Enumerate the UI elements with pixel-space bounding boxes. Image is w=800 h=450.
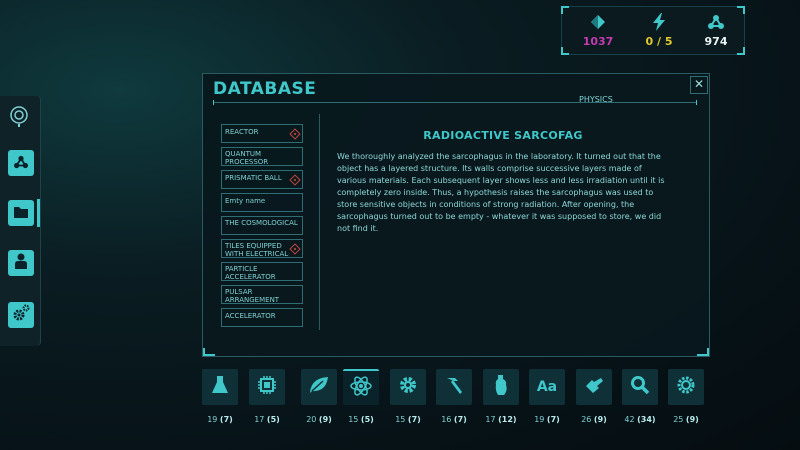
category-chip[interactable]: 17 (5): [249, 369, 285, 424]
flask-icon: [211, 375, 229, 399]
cog-icon: [676, 375, 696, 399]
energy-count: 0 / 5: [645, 35, 673, 48]
gear-icon: [398, 375, 418, 399]
crystal-icon: [568, 13, 628, 31]
category-count: 15 (5): [348, 415, 374, 424]
entry-prismatic-ball[interactable]: PRISMATIC BALL: [221, 170, 303, 189]
entry-accelerator[interactable]: ACCELERATOR: [221, 308, 303, 327]
category-bar: 19 (7) 17 (5) 20 (9) 15 (5) 15 (7) 16 (7…: [202, 369, 706, 439]
database-panel: DATABASE ✕ PHYSICS REACTOR QUANTUM PROCE…: [202, 73, 710, 357]
entry-emty-name[interactable]: Emty name: [221, 193, 303, 212]
article-title: RADIOACTIVE SARCOFAG: [423, 129, 583, 142]
category-count: 26 (9): [581, 415, 607, 424]
tool-icon: [584, 376, 604, 398]
leaf-icon: [309, 376, 329, 398]
category-magnifier[interactable]: 42 (34): [622, 369, 658, 424]
resource-energy: 0 / 5: [629, 13, 689, 48]
entry-tiles-equipped[interactable]: TILES EQUIPPED WITH ELECTRICAL: [221, 239, 303, 258]
category-count: 42 (34): [624, 415, 656, 424]
artifact-icon: [493, 374, 509, 400]
network-nodes-icon: [686, 13, 746, 31]
category-atom[interactable]: 15 (5): [343, 369, 379, 424]
category-count: 19 (7): [534, 415, 560, 424]
atom-icon: [350, 375, 372, 401]
resource-crystal: 1037: [568, 13, 628, 48]
sidebar-profile-button[interactable]: [8, 250, 34, 276]
entry-quantum-processor[interactable]: QUANTUM PROCESSOR: [221, 147, 303, 166]
category-count: 19 (7): [207, 415, 233, 424]
sidebar-network-button[interactable]: [8, 150, 34, 176]
close-button[interactable]: ✕: [690, 76, 708, 94]
magnifier-icon: [630, 375, 650, 399]
entry-pulsar-arrangement[interactable]: PULSAR ARRANGEMENT: [221, 285, 303, 304]
warning-icon: [289, 128, 301, 140]
network-nodes-icon: [13, 154, 29, 173]
category-leaf[interactable]: 20 (9): [301, 369, 337, 424]
folder-icon: [13, 204, 29, 223]
chip-icon: [257, 375, 277, 399]
category-tool[interactable]: 26 (9): [576, 369, 612, 424]
category-cog[interactable]: 25 (9): [668, 369, 704, 424]
category-flask[interactable]: 19 (7): [202, 369, 238, 424]
warning-icon: [289, 174, 301, 186]
resource-network: 974: [686, 13, 746, 48]
panel-title: DATABASE: [213, 79, 317, 99]
hammer-icon: [444, 375, 464, 399]
category-artifact[interactable]: 17 (12): [483, 369, 519, 424]
category-count: 17 (5): [254, 415, 280, 424]
gears-icon: [12, 304, 30, 326]
network-count: 974: [704, 35, 728, 48]
entry-reactor[interactable]: REACTOR: [221, 124, 303, 143]
category-count: 20 (9): [306, 415, 332, 424]
header-divider: [213, 100, 697, 105]
left-sidebar: [0, 96, 41, 346]
entry-the-cosmological[interactable]: THE COSMOLOGICAL: [221, 216, 303, 235]
category-count: 15 (7): [395, 415, 421, 424]
person-icon: [14, 253, 28, 273]
active-indicator: [37, 199, 40, 227]
category-count: 16 (7): [441, 415, 467, 424]
panel-frame-decoration: [203, 348, 709, 356]
category-hammer[interactable]: 16 (7): [436, 369, 472, 424]
category-count: 25 (9): [673, 415, 699, 424]
resource-bar: 1037 0 / 5 974: [561, 6, 745, 55]
category-language[interactable]: Aa 19 (7): [529, 369, 565, 424]
category-count: 17 (12): [485, 415, 517, 424]
entry-particle-accelerator[interactable]: PARTICLE ACCELERATOR: [221, 262, 303, 281]
list-scrollbar[interactable]: [319, 114, 320, 330]
article-body: We thoroughly analyzed the sarcophagus i…: [337, 152, 665, 233]
warning-icon: [289, 243, 301, 255]
language-icon: Aa: [536, 379, 558, 395]
sidebar-folder-button[interactable]: [8, 200, 34, 226]
eye-icon[interactable]: [9, 105, 29, 131]
energy-bolt-icon: [629, 13, 689, 31]
category-gear[interactable]: 15 (7): [390, 369, 426, 424]
sidebar-settings-button[interactable]: [8, 302, 34, 328]
crystal-count: 1037: [582, 35, 614, 48]
